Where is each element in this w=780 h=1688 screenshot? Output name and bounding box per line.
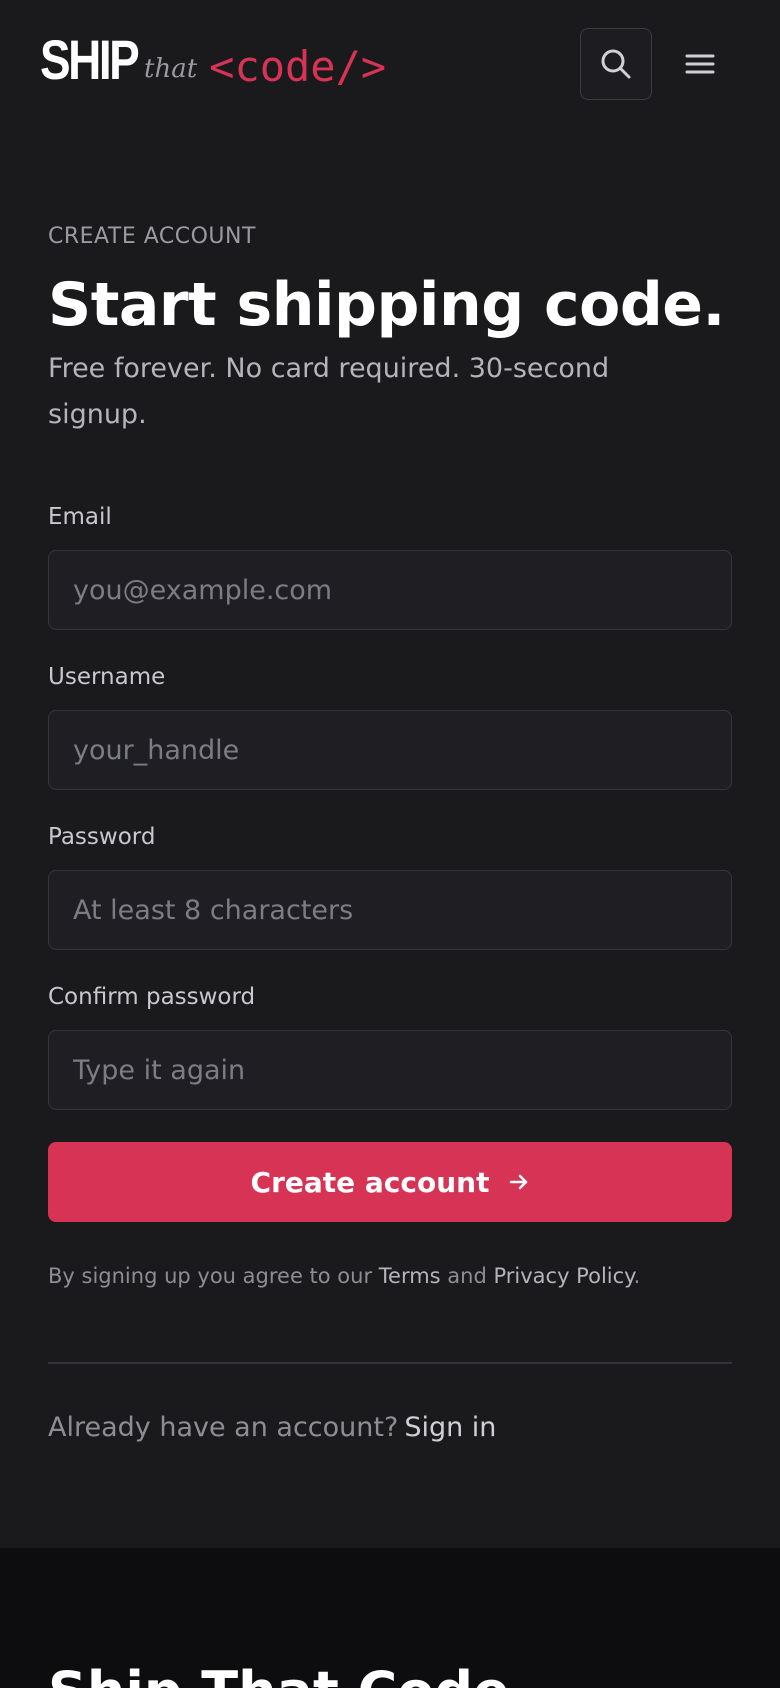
logo-code-text: <code/> [209, 42, 387, 91]
legal-and: and [440, 1264, 494, 1288]
signin-link[interactable]: Sign in [404, 1412, 496, 1443]
site-footer: Ship That Code [0, 1548, 780, 1688]
confirm-password-label: Confirm password [48, 984, 256, 1010]
hamburger-menu-icon [685, 54, 715, 74]
email-label: Email [48, 504, 112, 530]
create-account-label: Create account [250, 1165, 490, 1199]
email-field[interactable] [48, 550, 732, 630]
username-label: Username [48, 664, 166, 690]
divider [48, 1362, 732, 1364]
eyebrow-label: CREATE ACCOUNT [48, 224, 256, 249]
site-header: SHIP that <code/> [0, 0, 780, 130]
legal-suffix: . [633, 1264, 641, 1288]
confirm-password-field[interactable] [48, 1030, 732, 1110]
signin-prompt: Already have an account? [48, 1412, 399, 1443]
password-label: Password [48, 824, 156, 850]
logo-that-text: that [144, 54, 198, 84]
legal-text: By signing up you agree to our Terms and… [48, 1264, 640, 1288]
page-title: Start shipping code. [48, 270, 725, 340]
signin-row: Already have an account? Sign in [48, 1412, 496, 1443]
search-icon [601, 49, 631, 79]
terms-link[interactable]: Terms [379, 1264, 441, 1288]
footer-title: Ship That Code [48, 1660, 510, 1688]
legal-prefix: By signing up you agree to our [48, 1264, 379, 1288]
username-field[interactable] [48, 710, 732, 790]
logo[interactable]: SHIP that <code/> [40, 28, 386, 88]
search-button[interactable] [580, 28, 652, 100]
logo-ship-text: SHIP [40, 28, 140, 91]
arrow-right-icon [510, 1174, 528, 1190]
page-subtitle: Free forever. No card required. 30-secon… [48, 353, 610, 430]
create-account-button[interactable]: Create account [48, 1142, 732, 1222]
password-field[interactable] [48, 870, 732, 950]
privacy-policy-link[interactable]: Privacy Policy [493, 1264, 633, 1288]
menu-button[interactable] [668, 28, 732, 100]
